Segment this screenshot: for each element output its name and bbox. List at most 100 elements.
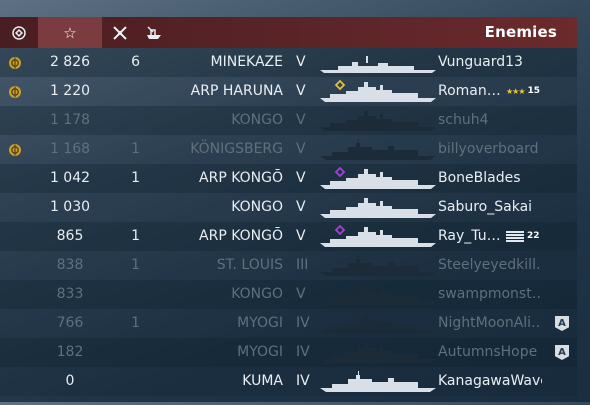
player-row[interactable]: 2 826 6 MINEKAZE V Vunguard13 bbox=[0, 48, 577, 77]
player-score: 838 bbox=[56, 257, 84, 273]
player-frags bbox=[102, 280, 140, 309]
ship-silhouette-icon bbox=[320, 198, 436, 218]
ship-silhouette-icon bbox=[320, 285, 436, 305]
team-badge-icon: A bbox=[555, 345, 569, 360]
player-score: 2 826 bbox=[49, 54, 91, 70]
ship-silhouette-icon bbox=[320, 139, 436, 160]
player-row[interactable]: 766 1 MYOGI IV NightMoonAli… A bbox=[0, 309, 577, 338]
team-badge-icon: A bbox=[555, 316, 569, 331]
player-name: NightMoonAli… bbox=[438, 315, 542, 331]
ship-name: MYOGI bbox=[237, 315, 283, 331]
player-list: 2 826 6 MINEKAZE V Vunguard13 1 220 ARP HARUNA… bbox=[0, 48, 577, 396]
player-row[interactable]: 1 030 KONGO V Saburo_Sakai bbox=[0, 193, 577, 222]
clan-column-header[interactable] bbox=[0, 17, 38, 48]
rank-stars-icon: ★★★ bbox=[506, 87, 525, 96]
clan-emblem-icon bbox=[8, 48, 30, 77]
player-score: 766 bbox=[56, 315, 84, 331]
player-row[interactable]: 1 220 ARP HARUNA V Roman… ★★★ 15 bbox=[0, 77, 577, 106]
ship-name: KONGO bbox=[231, 286, 283, 302]
ship-silhouette bbox=[318, 166, 438, 191]
player-score: 865 bbox=[56, 228, 84, 244]
player-name: BoneBlades bbox=[438, 170, 521, 186]
player-name: swampmonst… bbox=[438, 286, 542, 302]
ship-silhouette-icon bbox=[320, 79, 436, 102]
player-name: schuh4 bbox=[438, 112, 489, 128]
player-frags bbox=[102, 193, 140, 222]
player-frags: 1 bbox=[131, 228, 140, 244]
arpeggio-mark-icon bbox=[334, 79, 346, 91]
player-row[interactable]: 182 MYOGI IV AutumnsHope A bbox=[0, 338, 577, 367]
star-score-icon: ☆ bbox=[63, 23, 77, 42]
player-row[interactable]: 0 KUMA IV KanagawaWave bbox=[0, 367, 577, 396]
frags-column-header[interactable] bbox=[102, 17, 138, 48]
rank-stripes-icon bbox=[506, 230, 524, 243]
player-row[interactable]: 865 1 ARP KONGŌ V Ray_Tu… 22 bbox=[0, 222, 577, 251]
player-score: 1 178 bbox=[49, 112, 91, 128]
ship-silhouette-icon bbox=[320, 255, 436, 276]
player-name: AutumnsHope bbox=[438, 344, 538, 360]
arpeggio-mark-icon bbox=[334, 166, 346, 178]
player-score: 1 030 bbox=[49, 199, 91, 215]
player-score: 182 bbox=[56, 344, 84, 360]
ship-name: MYOGI bbox=[237, 344, 283, 360]
ship-name: ST. LOUIS bbox=[216, 257, 283, 273]
ship-icon bbox=[147, 25, 161, 39]
ship-silhouette bbox=[318, 311, 438, 336]
player-score: 0 bbox=[65, 373, 75, 389]
ship-silhouette bbox=[318, 224, 438, 249]
player-frags: 1 bbox=[131, 141, 140, 157]
team-title: Enemies bbox=[484, 23, 557, 41]
player-frags: 1 bbox=[131, 170, 140, 186]
player-frags: 1 bbox=[131, 257, 140, 273]
player-frags: 6 bbox=[131, 54, 140, 70]
ship-silhouette bbox=[318, 108, 438, 133]
ship-silhouette bbox=[318, 137, 438, 162]
player-frags bbox=[102, 106, 140, 135]
clan-emblem-icon bbox=[12, 25, 26, 40]
ship-silhouette bbox=[318, 79, 438, 104]
ship-silhouette-icon bbox=[320, 343, 436, 363]
ship-silhouette-icon bbox=[320, 314, 436, 334]
ship-name: KÖNIGSBERG bbox=[190, 141, 283, 157]
player-row[interactable]: 838 1 ST. LOUIS III Steelyeyedkill… bbox=[0, 251, 577, 280]
player-frags bbox=[102, 77, 140, 106]
ship-name: MINEKAZE bbox=[210, 54, 283, 70]
player-frags: 1 bbox=[131, 315, 140, 331]
ship-name: ARP KONGŌ bbox=[199, 170, 283, 186]
ship-silhouette-icon bbox=[320, 56, 436, 73]
clan-emblem-icon bbox=[8, 135, 30, 164]
player-name: KanagawaWave bbox=[438, 373, 542, 389]
player-name: Vunguard13 bbox=[438, 54, 523, 70]
ship-silhouette bbox=[318, 340, 438, 365]
ship-name: KUMA bbox=[242, 373, 283, 389]
enemies-header: ☆ Enemies bbox=[0, 17, 577, 48]
ship-silhouette bbox=[318, 195, 438, 220]
player-name: Steelyeyedkill… bbox=[438, 257, 542, 273]
ship-silhouette-icon bbox=[320, 224, 436, 247]
rank-value: 22 bbox=[527, 231, 540, 241]
player-row[interactable]: 833 KONGO Vswampmonst… bbox=[0, 280, 577, 309]
ship-silhouette-icon bbox=[320, 166, 436, 189]
clan-emblem-icon bbox=[8, 77, 30, 106]
ship-name: ARP HARUNA bbox=[190, 83, 283, 99]
score-column-header[interactable]: ☆ bbox=[38, 17, 102, 48]
player-score: 1 220 bbox=[49, 83, 91, 99]
ship-silhouette bbox=[318, 50, 438, 75]
ship-silhouette bbox=[318, 369, 438, 394]
player-row[interactable]: 1 178 KONGO Vschuh4 bbox=[0, 106, 577, 135]
player-row[interactable]: 1 042 1 ARP KONGŌ V BoneBlades bbox=[0, 164, 577, 193]
player-name: Saburo_Sakai bbox=[438, 199, 533, 215]
ship-column-header[interactable] bbox=[138, 17, 170, 48]
rank-indicator: 22 bbox=[506, 222, 546, 251]
player-row[interactable]: 1 168 1 KÖNIGSBERG Vbillyoverboard bbox=[0, 135, 577, 164]
rank-value: 15 bbox=[527, 86, 541, 96]
ship-name: KONGO bbox=[231, 112, 283, 128]
player-score: 1 042 bbox=[49, 170, 91, 186]
ship-silhouette-icon bbox=[320, 371, 436, 392]
player-score: 833 bbox=[56, 286, 84, 302]
ship-silhouette bbox=[318, 253, 438, 278]
arpeggio-mark-icon bbox=[334, 224, 346, 236]
rank-indicator: ★★★ 15 bbox=[506, 77, 546, 106]
player-frags bbox=[102, 367, 140, 396]
player-name: billyoverboard bbox=[438, 141, 539, 157]
